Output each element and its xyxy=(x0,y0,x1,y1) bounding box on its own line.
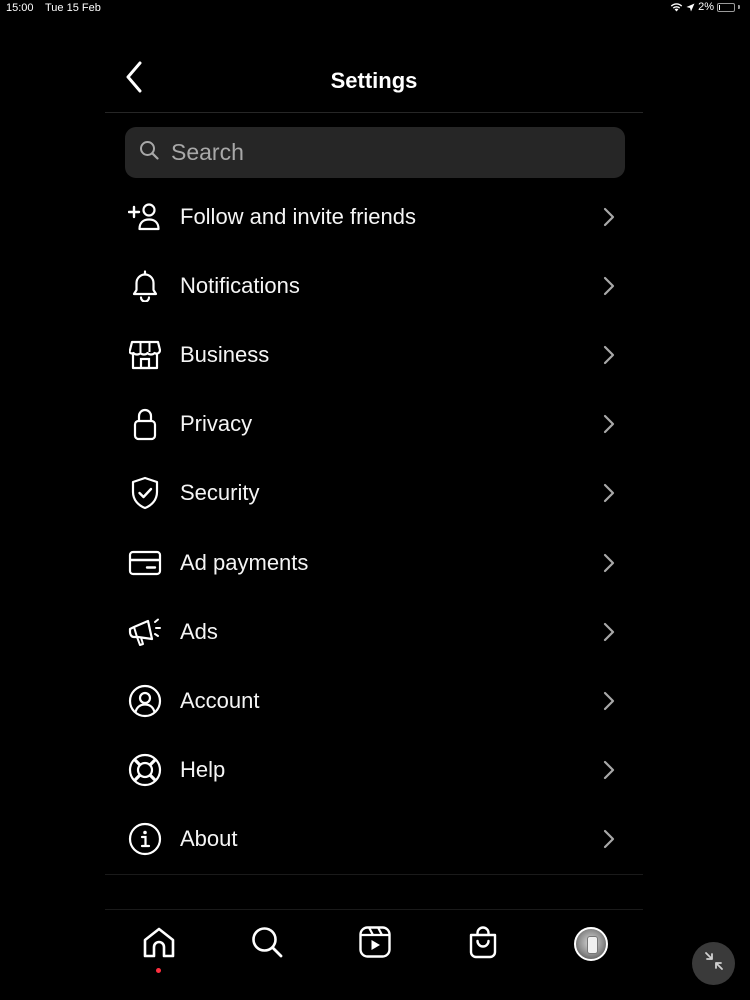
status-time: 15:00 xyxy=(6,2,34,14)
menu-item-label: Follow and invite friends xyxy=(180,203,417,229)
wifi-icon xyxy=(670,2,683,12)
menu-item-label: Help xyxy=(180,757,226,783)
lock-icon xyxy=(127,406,163,442)
nav-home[interactable] xyxy=(139,924,179,964)
menu-item-label: Ad payments xyxy=(180,549,309,575)
chevron-right-icon xyxy=(601,276,617,296)
bottom-nav xyxy=(105,912,643,982)
search-icon xyxy=(250,925,284,964)
minimize-button[interactable] xyxy=(692,942,735,985)
menu-item-ad-payments[interactable]: Ad payments xyxy=(105,528,643,597)
menu-item-label: About xyxy=(180,826,238,852)
add-person-icon xyxy=(127,199,163,235)
battery-percent: 2% xyxy=(698,1,714,13)
menu-item-label: Account xyxy=(180,687,260,713)
battery-icon xyxy=(717,2,735,12)
nav-shop[interactable] xyxy=(463,924,503,964)
menu-item-label: Business xyxy=(180,341,270,367)
search-input[interactable] xyxy=(169,138,593,167)
status-date: Tue 15 Feb xyxy=(45,2,101,14)
menu-item-ads[interactable]: Ads xyxy=(105,597,643,666)
shop-icon xyxy=(467,925,499,964)
bell-icon xyxy=(127,268,163,304)
shield-check-icon xyxy=(127,475,163,511)
menu-item-label: Ads xyxy=(180,618,218,644)
menu-item-privacy[interactable]: Privacy xyxy=(105,390,643,459)
search-icon xyxy=(139,140,159,165)
menu-item-label: Notifications xyxy=(180,272,300,298)
home-icon xyxy=(142,926,176,963)
chevron-right-icon xyxy=(601,553,617,573)
menu-item-notifications[interactable]: Notifications xyxy=(105,251,643,320)
menu-item-security[interactable]: Security xyxy=(105,459,643,528)
status-indicators: 2% xyxy=(670,1,740,13)
chevron-right-icon xyxy=(601,345,617,365)
chevron-right-icon xyxy=(601,760,617,780)
status-bar: 15:00 Tue 15 Feb 2% xyxy=(0,0,750,18)
nav-profile[interactable] xyxy=(571,924,611,964)
location-arrow-icon xyxy=(686,3,695,12)
nav-divider xyxy=(105,909,643,910)
menu-divider xyxy=(105,874,643,875)
menu-item-help[interactable]: Help xyxy=(105,736,643,805)
info-icon xyxy=(127,821,163,857)
notification-dot xyxy=(156,968,161,973)
chevron-right-icon xyxy=(601,691,617,711)
menu-item-label: Privacy xyxy=(180,411,253,437)
page-title: Settings xyxy=(330,68,418,93)
nav-search[interactable] xyxy=(247,924,287,964)
menu-item-follow-invite[interactable]: Follow and invite friends xyxy=(105,182,643,251)
credit-card-icon xyxy=(127,545,163,581)
chevron-right-icon xyxy=(601,414,617,434)
chevron-right-icon xyxy=(601,829,617,849)
user-circle-icon xyxy=(127,683,163,719)
reels-icon xyxy=(358,925,392,964)
chevron-right-icon xyxy=(601,622,617,642)
chevron-right-icon xyxy=(601,483,617,503)
settings-menu: Follow and invite friends Notifications xyxy=(105,182,643,874)
menu-item-about[interactable]: About xyxy=(105,805,643,874)
chevron-right-icon xyxy=(601,207,617,227)
menu-item-account[interactable]: Account xyxy=(105,666,643,735)
settings-header: Settings xyxy=(105,50,643,113)
menu-item-business[interactable]: Business xyxy=(105,320,643,389)
menu-item-label: Security xyxy=(180,480,260,506)
profile-avatar xyxy=(574,927,608,961)
minimize-arrows-icon xyxy=(703,950,725,977)
search-bar[interactable] xyxy=(125,127,625,178)
lifebuoy-icon xyxy=(127,752,163,788)
nav-reels[interactable] xyxy=(355,924,395,964)
megaphone-icon xyxy=(127,614,163,650)
storefront-icon xyxy=(127,337,163,373)
